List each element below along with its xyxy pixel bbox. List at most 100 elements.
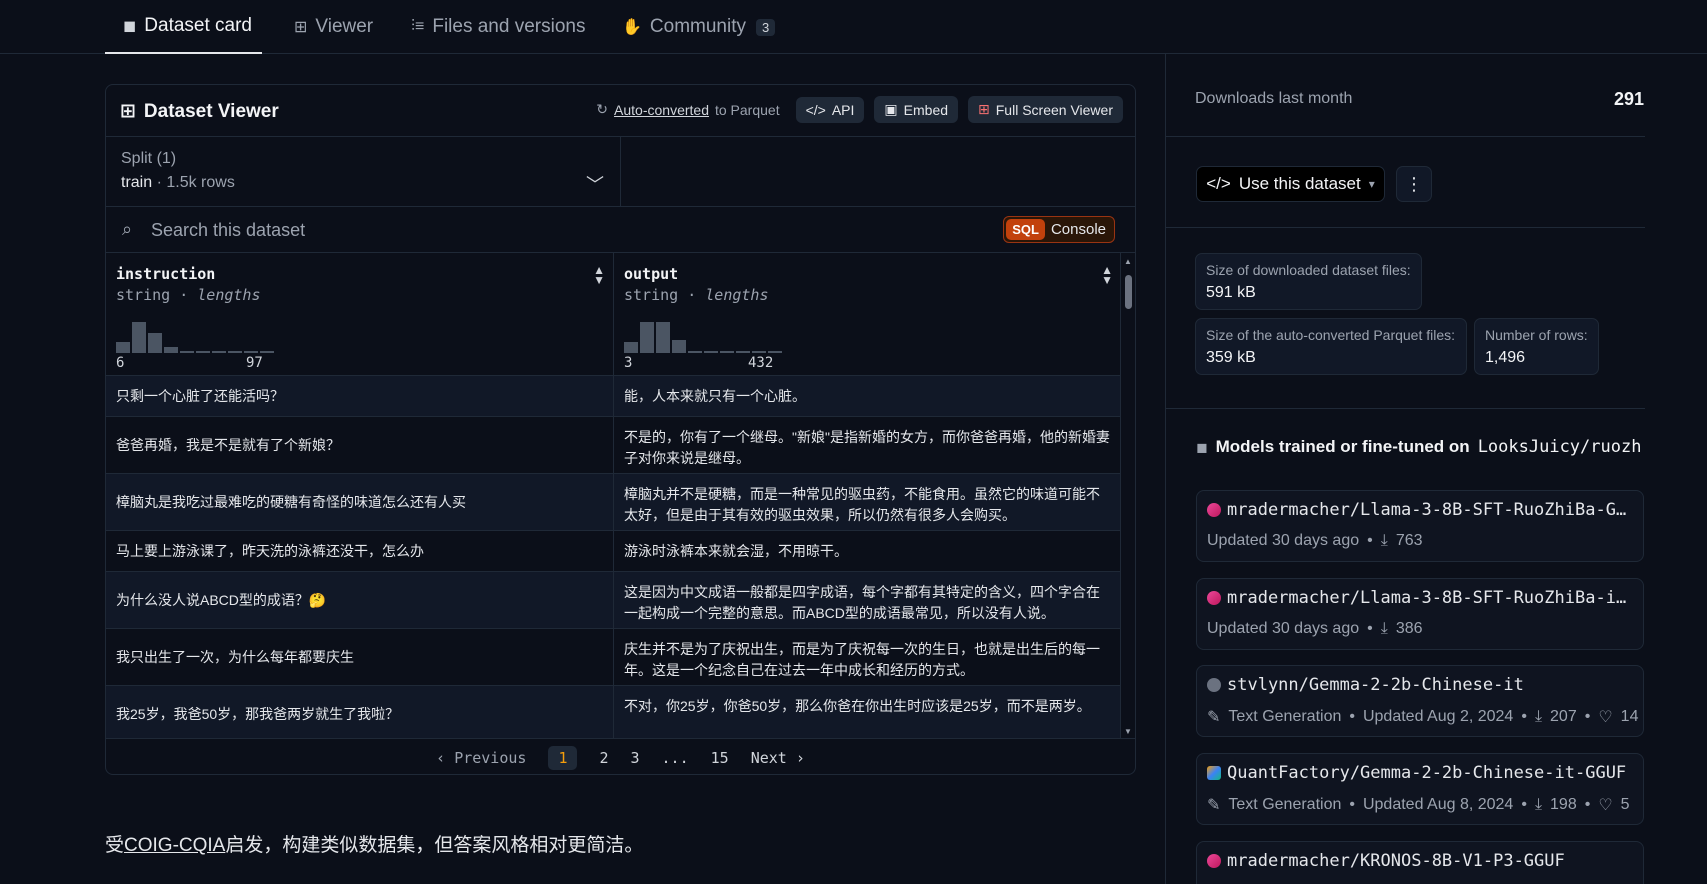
use-this-dataset-button[interactable]: </> Use this dataset ▾ bbox=[1196, 166, 1385, 202]
histogram-bar[interactable] bbox=[164, 347, 178, 353]
api-button[interactable]: </> API bbox=[795, 96, 865, 123]
scroll-up-icon[interactable]: ▲ bbox=[1124, 257, 1132, 266]
split-selector[interactable]: Split (1) train · 1.5k rows ﹀ bbox=[106, 137, 621, 207]
histogram-bar[interactable] bbox=[212, 351, 226, 353]
table-row[interactable]: 我25岁，我爸50岁，那我爸两岁就生了我啦？ 不对，你25岁，你爸50岁，那么你爸… bbox=[106, 686, 1121, 738]
models-repo[interactable]: LooksJuicy/ruozhiba bbox=[1478, 437, 1640, 457]
histogram-bar[interactable] bbox=[672, 340, 686, 353]
sql-console-button[interactable]: SQL Console bbox=[1003, 216, 1115, 243]
scroll-down-icon[interactable]: ▼ bbox=[1124, 727, 1132, 736]
column-header-instruction[interactable]: instruction string · lengths ▲ ▼ 6 97 bbox=[106, 253, 614, 376]
search-input[interactable]: Search this dataset bbox=[151, 220, 305, 241]
sort-icon[interactable]: ▲ ▼ bbox=[1101, 264, 1113, 286]
model-name-text: QuantFactory/Gemma-2-2b-Chinese-it-GGUF bbox=[1227, 763, 1627, 783]
auto-converted-link[interactable]: Auto-converted bbox=[614, 102, 709, 118]
to-parquet-text: to Parquet bbox=[714, 101, 780, 118]
cell-output[interactable]: 不对，你25岁，你爸50岁，那么你爸在你出生时应该是25岁，而不是两岁。 bbox=[614, 686, 1121, 738]
previous-page-button[interactable]: ‹ Previous bbox=[436, 749, 526, 767]
histogram-bar[interactable] bbox=[260, 351, 274, 353]
cell-output-text: 樟脑丸并不是硬糖，而是一种常见的驱虫药，不能食用。虽然它的味道可能不太好，但是由… bbox=[624, 486, 1100, 523]
data-table: instruction string · lengths ▲ ▼ 6 97 out… bbox=[106, 253, 1121, 738]
next-page-button[interactable]: Next › bbox=[751, 749, 805, 767]
cell-output[interactable]: 樟脑丸并不是硬糖，而是一种常见的驱虫药，不能食用。虽然它的味道可能不太好，但是由… bbox=[614, 474, 1121, 530]
model-name: mradermacher/Llama-3-8B-SFT-RuoZhiBa-i1-… bbox=[1207, 588, 1632, 608]
histogram-bar[interactable] bbox=[736, 351, 750, 353]
scroll-thumb[interactable] bbox=[1125, 275, 1132, 309]
model-card[interactable]: stvlynn/Gemma-2-2b-Chinese-it ✎ Text Gener… bbox=[1196, 665, 1644, 737]
cube-icon: ◼ bbox=[1196, 438, 1208, 455]
histogram-bar[interactable] bbox=[688, 351, 702, 353]
more-options-button[interactable]: ⋮ bbox=[1396, 166, 1432, 202]
model-task: Text Generation bbox=[1228, 708, 1342, 725]
cell-instruction[interactable]: 爸爸再婚，我是不是就有了个新娘？ bbox=[106, 417, 614, 473]
cell-output-text: 不是的，你有了一个继母。"新娘"是指新婚的女方，而你爸爸再婚，他的新婚妻子对你来… bbox=[624, 429, 1110, 466]
table-row[interactable]: 马上要上游泳课了，昨天洗的泳裤还没干，怎么办 游泳时泳裤本来就会湿，不用晾干。 bbox=[106, 531, 1121, 572]
histogram-bar[interactable] bbox=[720, 351, 734, 353]
cell-output[interactable]: 能，人本来就只有一个心脏。 bbox=[614, 376, 1121, 416]
cell-output[interactable]: 庆生并不是为了庆祝出生，而是为了庆祝每一次的生日，也就是出生后的每一年。这是一个… bbox=[614, 629, 1121, 685]
cube-icon: ◼ bbox=[123, 18, 137, 35]
histogram-bar[interactable] bbox=[180, 351, 194, 353]
model-updated: Updated 30 days ago bbox=[1207, 532, 1360, 549]
cell-output[interactable]: 不是的，你有了一个继母。"新娘"是指新婚的女方，而你爸爸再婚，他的新婚妻子对你来… bbox=[614, 417, 1121, 473]
coig-cqia-link[interactable]: COIG-CQIA bbox=[124, 835, 225, 856]
embed-button[interactable]: ▣ Embed bbox=[874, 96, 959, 123]
cell-output-text: 这是因为中文成语一般都是四字成语，每个字都有其特定的含义，四个字合在一起构成一个… bbox=[624, 584, 1100, 621]
tab-files-and-versions[interactable]: ⫶≡ Files and versions bbox=[411, 0, 585, 54]
histogram-bar[interactable] bbox=[244, 351, 258, 353]
search-icon: ⌕ bbox=[122, 219, 133, 239]
table-scrollbar[interactable]: ▲ ▼ bbox=[1120, 253, 1135, 738]
tab-viewer[interactable]: ⊞ Viewer bbox=[294, 0, 373, 54]
table-row[interactable]: 爸爸再婚，我是不是就有了个新娘？ 不是的，你有了一个继母。"新娘"是指新婚的女方，… bbox=[106, 417, 1121, 474]
histogram-bar[interactable] bbox=[116, 342, 130, 353]
sort-icon[interactable]: ▲ ▼ bbox=[593, 264, 605, 286]
model-downloads: 386 bbox=[1395, 620, 1423, 637]
cell-instruction[interactable]: 只剩一个心脏了还能活吗？ bbox=[106, 376, 614, 416]
cell-instruction[interactable]: 为什么没人说ABCD型的成语？🤔 bbox=[106, 572, 614, 628]
model-downloads: 763 bbox=[1395, 532, 1423, 549]
downloads-value: 291 bbox=[1613, 89, 1644, 109]
histogram-bar[interactable] bbox=[752, 351, 766, 353]
model-card[interactable]: mradermacher/Llama-3-8B-SFT-RuoZhiBa-i1-… bbox=[1196, 578, 1644, 650]
downloads-label: Downloads last month bbox=[1195, 90, 1353, 107]
cell-output[interactable]: 这是因为中文成语一般都是四字成语，每个字都有其特定的含义，四个字合在一起构成一个… bbox=[614, 572, 1121, 628]
tab-community[interactable]: ✋ Community 3 bbox=[622, 0, 776, 54]
histogram-bar[interactable] bbox=[148, 333, 162, 353]
cell-instruction[interactable]: 我25岁，我爸50岁，那我爸两岁就生了我啦？ bbox=[106, 686, 614, 738]
cell-output[interactable]: 游泳时泳裤本来就会湿，不用晾干。 bbox=[614, 531, 1121, 571]
full-screen-viewer-button[interactable]: ⊞ Full Screen Viewer bbox=[968, 96, 1123, 123]
page-15[interactable]: 15 bbox=[711, 749, 729, 767]
cell-instruction[interactable]: 我只出生了一次，为什么每年都要庆生 bbox=[106, 629, 614, 685]
viewer-header: ⊞ Dataset Viewer ↻ Auto-converted to Par… bbox=[106, 85, 1135, 137]
model-card[interactable]: mradermacher/Llama-3-8B-SFT-RuoZhiBa-GGU… bbox=[1196, 490, 1644, 562]
page-1[interactable]: 1 bbox=[548, 745, 578, 770]
model-avatar bbox=[1207, 854, 1221, 868]
cell-instruction[interactable]: 马上要上游泳课了，昨天洗的泳裤还没干，怎么办 bbox=[106, 531, 614, 571]
histogram-bar[interactable] bbox=[640, 322, 654, 353]
table-row[interactable]: 樟脑丸是我吃过最难吃的硬糖有奇怪的味道怎么还有人买 樟脑丸并不是硬糖，而是一种常见… bbox=[106, 474, 1121, 531]
table-row[interactable]: 只剩一个心脏了还能活吗？ 能，人本来就只有一个心脏。 bbox=[106, 376, 1121, 417]
histogram-max: 432 bbox=[748, 355, 774, 371]
histogram-bar[interactable] bbox=[704, 351, 718, 353]
column-header-output[interactable]: output string · lengths ▲ ▼ 3 432 bbox=[614, 253, 1121, 376]
histogram-bar[interactable] bbox=[624, 342, 638, 353]
histogram-bar[interactable] bbox=[196, 351, 210, 353]
page-3[interactable]: 3 bbox=[631, 749, 640, 767]
tab-dataset-card[interactable]: ◼ Dataset card bbox=[105, 0, 263, 54]
table-row[interactable]: 我只出生了一次，为什么每年都要庆生 庆生并不是为了庆祝出生，而是为了庆祝每一次的生… bbox=[106, 629, 1121, 686]
histogram-bar[interactable] bbox=[656, 322, 670, 353]
table-row[interactable]: 为什么没人说ABCD型的成语？🤔 这是因为中文成语一般都是四字成语，每个字都有其特… bbox=[106, 572, 1121, 629]
histogram-bar[interactable] bbox=[768, 351, 782, 353]
model-card[interactable]: QuantFactory/Gemma-2-2b-Chinese-it-GGUF ✎… bbox=[1196, 753, 1644, 825]
page-2[interactable]: 2 bbox=[599, 749, 608, 767]
grid-icon: ⊞ bbox=[978, 101, 990, 117]
histogram-bar[interactable] bbox=[132, 322, 146, 353]
cell-output-text: 游泳时泳裤本来就会湿，不用晾干。 bbox=[624, 542, 848, 559]
split-right-empty bbox=[621, 137, 1135, 207]
histogram-bar[interactable] bbox=[228, 351, 242, 353]
model-meta: Updated 30 days ago • ⤓ 386 bbox=[1207, 620, 1423, 637]
heart-icon: ♡ bbox=[1598, 709, 1613, 726]
table-icon: ⊞ bbox=[120, 101, 136, 122]
model-card[interactable]: mradermacher/KRONOS-8B-V1-P3-GGUF bbox=[1196, 841, 1644, 884]
cell-instruction[interactable]: 樟脑丸是我吃过最难吃的硬糖有奇怪的味道怎么还有人买 bbox=[106, 474, 614, 530]
